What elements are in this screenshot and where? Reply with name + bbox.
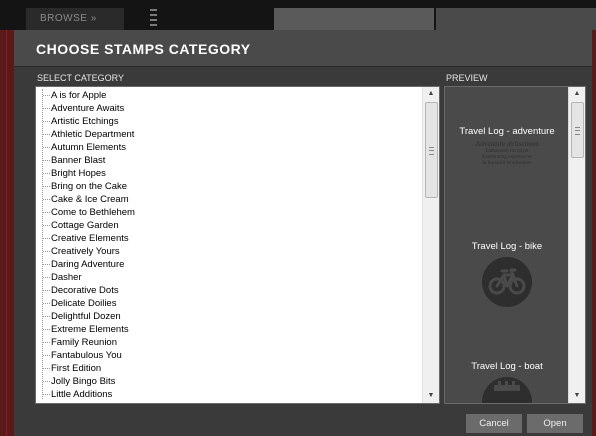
category-list-item[interactable]: Artistic Etchings xyxy=(36,115,421,128)
boat-icon xyxy=(494,381,520,391)
category-list-item[interactable]: A is for Apple xyxy=(36,89,421,102)
category-list-item[interactable]: Come to Bethlehem xyxy=(36,206,421,219)
app-right-edge xyxy=(592,30,596,436)
scroll-up-arrow-icon[interactable]: ▲ xyxy=(569,87,585,101)
category-list-item[interactable]: Family Reunion xyxy=(36,336,421,349)
category-list-item[interactable]: Delightful Dozen xyxy=(36,310,421,323)
category-list-item[interactable]: Fantabulous You xyxy=(36,349,421,362)
scroll-down-arrow-icon[interactable]: ▼ xyxy=(423,389,439,403)
app-top-bar: BROWSE » xyxy=(0,0,596,30)
choose-stamps-dialog: CHOOSE STAMPS CATEGORY SELECT CATEGORY P… xyxy=(14,30,592,436)
category-list-item[interactable]: Jolly Bingo Bits xyxy=(36,375,421,388)
category-list-item[interactable]: Creative Elements xyxy=(36,232,421,245)
open-button[interactable]: Open xyxy=(527,414,583,433)
background-panel-right xyxy=(436,8,596,30)
cancel-button[interactable]: Cancel xyxy=(466,414,522,433)
dialog-header: CHOOSE STAMPS CATEGORY xyxy=(14,30,592,67)
preview-panel: Travel Log - adventure Adventure ob'tise… xyxy=(444,86,586,404)
category-list-item[interactable]: Bring on the Cake xyxy=(36,180,421,193)
category-list-item[interactable]: Cottage Garden xyxy=(36,219,421,232)
bicycle-stamp[interactable] xyxy=(482,257,532,307)
bicycle-icon xyxy=(488,268,526,295)
preview-item-label[interactable]: Travel Log - adventure xyxy=(445,126,569,137)
scroll-down-arrow-icon[interactable]: ▼ xyxy=(569,389,585,403)
scrollbar-thumb[interactable] xyxy=(571,102,584,158)
scrollbar-thumb[interactable] xyxy=(425,102,438,198)
menu-grip-icon[interactable] xyxy=(148,6,160,30)
preview-label: PREVIEW xyxy=(446,73,488,83)
category-list-item[interactable]: Dasher xyxy=(36,271,421,284)
stamp-text: Enthusiasm for travel xyxy=(485,149,529,154)
category-list-item[interactable]: Athletic Department xyxy=(36,128,421,141)
category-items: A is for Apple Adventure Awaits Artistic E… xyxy=(36,89,421,401)
preview-item-label[interactable]: Travel Log - boat xyxy=(445,361,569,372)
category-list-item[interactable]: Autumn Elements xyxy=(36,141,421,154)
category-list[interactable]: A is for Apple Adventure Awaits Artistic E… xyxy=(35,86,440,404)
category-list-item[interactable]: Daring Adventure xyxy=(36,258,421,271)
category-list-item[interactable]: Creatively Yours xyxy=(36,245,421,258)
stamp-text: Exhilarating experiences xyxy=(482,155,532,160)
preview-scrollbar[interactable]: ▲ ▼ xyxy=(568,87,585,403)
app-left-edge xyxy=(0,30,14,436)
category-list-item[interactable]: Delicate Doilies xyxy=(36,297,421,310)
boat-stamp[interactable] xyxy=(482,377,532,403)
category-scrollbar[interactable]: ▲ ▼ xyxy=(422,87,439,403)
background-panel xyxy=(274,8,434,30)
browse-tab[interactable]: BROWSE » xyxy=(26,8,124,30)
preview-content: Travel Log - adventure Adventure ob'tise… xyxy=(445,87,569,403)
stamp-text: In the spirit of adventure xyxy=(482,161,532,166)
category-list-item[interactable]: Little Additions xyxy=(36,388,421,401)
category-list-item[interactable]: Cake & Ice Cream xyxy=(36,193,421,206)
category-list-item[interactable]: Extreme Elements xyxy=(36,323,421,336)
category-list-item[interactable]: Banner Blast xyxy=(36,154,421,167)
category-list-item[interactable]: Decorative Dots xyxy=(36,284,421,297)
dialog-title: CHOOSE STAMPS CATEGORY xyxy=(36,41,251,57)
category-list-item[interactable]: Adventure Awaits xyxy=(36,102,421,115)
scroll-up-arrow-icon[interactable]: ▲ xyxy=(423,87,439,101)
select-category-label: SELECT CATEGORY xyxy=(37,73,125,83)
category-list-item[interactable]: Bright Hopes xyxy=(36,167,421,180)
category-list-item[interactable]: First Edition xyxy=(36,362,421,375)
stamp-text: Adventure ob'tisement xyxy=(475,140,539,148)
preview-item-label[interactable]: Travel Log - bike xyxy=(445,241,569,252)
